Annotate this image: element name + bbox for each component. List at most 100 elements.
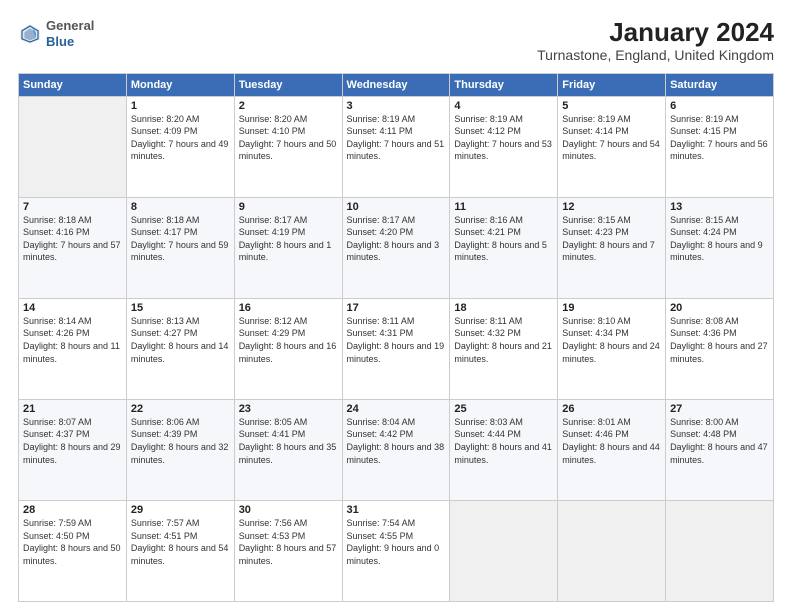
day-number: 10 (347, 201, 446, 213)
day-info: Sunrise: 8:13 AMSunset: 4:27 PMDaylight:… (131, 315, 230, 365)
logo: General Blue (18, 18, 94, 49)
calendar-cell: 9Sunrise: 8:17 AMSunset: 4:19 PMDaylight… (234, 197, 342, 298)
calendar-cell: 27Sunrise: 8:00 AMSunset: 4:48 PMDayligh… (666, 399, 774, 500)
day-info: Sunrise: 8:18 AMSunset: 4:17 PMDaylight:… (131, 214, 230, 264)
day-info: Sunrise: 8:19 AMSunset: 4:12 PMDaylight:… (454, 113, 553, 163)
calendar-title: January 2024 (537, 18, 774, 47)
calendar-cell: 10Sunrise: 8:17 AMSunset: 4:20 PMDayligh… (342, 197, 450, 298)
day-number: 5 (562, 100, 661, 112)
day-number: 21 (23, 403, 122, 415)
calendar-cell: 29Sunrise: 7:57 AMSunset: 4:51 PMDayligh… (126, 500, 234, 601)
calendar-cell: 24Sunrise: 8:04 AMSunset: 4:42 PMDayligh… (342, 399, 450, 500)
day-number: 28 (23, 504, 122, 516)
calendar-cell: 30Sunrise: 7:56 AMSunset: 4:53 PMDayligh… (234, 500, 342, 601)
calendar-week-row: 14Sunrise: 8:14 AMSunset: 4:26 PMDayligh… (19, 298, 774, 399)
day-number: 2 (239, 100, 338, 112)
calendar-cell: 22Sunrise: 8:06 AMSunset: 4:39 PMDayligh… (126, 399, 234, 500)
calendar-cell: 15Sunrise: 8:13 AMSunset: 4:27 PMDayligh… (126, 298, 234, 399)
calendar-table: SundayMondayTuesdayWednesdayThursdayFrid… (18, 73, 774, 602)
day-info: Sunrise: 7:56 AMSunset: 4:53 PMDaylight:… (239, 517, 338, 567)
weekday-header: Saturday (666, 73, 774, 96)
calendar-cell (666, 500, 774, 601)
calendar-header-row: SundayMondayTuesdayWednesdayThursdayFrid… (19, 73, 774, 96)
calendar-cell: 26Sunrise: 8:01 AMSunset: 4:46 PMDayligh… (558, 399, 666, 500)
day-info: Sunrise: 8:17 AMSunset: 4:19 PMDaylight:… (239, 214, 338, 264)
calendar-cell: 6Sunrise: 8:19 AMSunset: 4:15 PMDaylight… (666, 96, 774, 197)
calendar-week-row: 1Sunrise: 8:20 AMSunset: 4:09 PMDaylight… (19, 96, 774, 197)
day-info: Sunrise: 8:08 AMSunset: 4:36 PMDaylight:… (670, 315, 769, 365)
day-number: 6 (670, 100, 769, 112)
day-info: Sunrise: 8:11 AMSunset: 4:31 PMDaylight:… (347, 315, 446, 365)
calendar-cell: 13Sunrise: 8:15 AMSunset: 4:24 PMDayligh… (666, 197, 774, 298)
day-number: 31 (347, 504, 446, 516)
weekday-header: Wednesday (342, 73, 450, 96)
day-number: 3 (347, 100, 446, 112)
page: General Blue January 2024 Turnastone, En… (0, 0, 792, 612)
day-number: 26 (562, 403, 661, 415)
day-number: 7 (23, 201, 122, 213)
weekday-header: Sunday (19, 73, 127, 96)
day-number: 14 (23, 302, 122, 314)
day-info: Sunrise: 8:06 AMSunset: 4:39 PMDaylight:… (131, 416, 230, 466)
day-info: Sunrise: 7:59 AMSunset: 4:50 PMDaylight:… (23, 517, 122, 567)
day-info: Sunrise: 8:04 AMSunset: 4:42 PMDaylight:… (347, 416, 446, 466)
day-info: Sunrise: 8:01 AMSunset: 4:46 PMDaylight:… (562, 416, 661, 466)
calendar-week-row: 21Sunrise: 8:07 AMSunset: 4:37 PMDayligh… (19, 399, 774, 500)
calendar-cell: 28Sunrise: 7:59 AMSunset: 4:50 PMDayligh… (19, 500, 127, 601)
calendar-cell: 18Sunrise: 8:11 AMSunset: 4:32 PMDayligh… (450, 298, 558, 399)
day-number: 19 (562, 302, 661, 314)
day-number: 22 (131, 403, 230, 415)
calendar-cell: 17Sunrise: 8:11 AMSunset: 4:31 PMDayligh… (342, 298, 450, 399)
day-info: Sunrise: 8:15 AMSunset: 4:23 PMDaylight:… (562, 214, 661, 264)
day-info: Sunrise: 8:19 AMSunset: 4:14 PMDaylight:… (562, 113, 661, 163)
day-number: 11 (454, 201, 553, 213)
day-info: Sunrise: 8:19 AMSunset: 4:15 PMDaylight:… (670, 113, 769, 163)
calendar-cell: 31Sunrise: 7:54 AMSunset: 4:55 PMDayligh… (342, 500, 450, 601)
day-info: Sunrise: 8:07 AMSunset: 4:37 PMDaylight:… (23, 416, 122, 466)
day-info: Sunrise: 8:16 AMSunset: 4:21 PMDaylight:… (454, 214, 553, 264)
day-number: 16 (239, 302, 338, 314)
calendar-cell (450, 500, 558, 601)
day-number: 29 (131, 504, 230, 516)
day-number: 18 (454, 302, 553, 314)
calendar-cell: 20Sunrise: 8:08 AMSunset: 4:36 PMDayligh… (666, 298, 774, 399)
calendar-cell: 8Sunrise: 8:18 AMSunset: 4:17 PMDaylight… (126, 197, 234, 298)
calendar-cell (19, 96, 127, 197)
day-info: Sunrise: 8:15 AMSunset: 4:24 PMDaylight:… (670, 214, 769, 264)
day-number: 13 (670, 201, 769, 213)
calendar-cell: 3Sunrise: 8:19 AMSunset: 4:11 PMDaylight… (342, 96, 450, 197)
day-info: Sunrise: 8:12 AMSunset: 4:29 PMDaylight:… (239, 315, 338, 365)
calendar-cell: 16Sunrise: 8:12 AMSunset: 4:29 PMDayligh… (234, 298, 342, 399)
day-number: 15 (131, 302, 230, 314)
header: General Blue January 2024 Turnastone, En… (18, 18, 774, 63)
day-number: 27 (670, 403, 769, 415)
day-info: Sunrise: 8:20 AMSunset: 4:09 PMDaylight:… (131, 113, 230, 163)
weekday-header: Monday (126, 73, 234, 96)
calendar-cell: 14Sunrise: 8:14 AMSunset: 4:26 PMDayligh… (19, 298, 127, 399)
calendar-cell: 23Sunrise: 8:05 AMSunset: 4:41 PMDayligh… (234, 399, 342, 500)
day-number: 30 (239, 504, 338, 516)
day-info: Sunrise: 8:19 AMSunset: 4:11 PMDaylight:… (347, 113, 446, 163)
day-number: 17 (347, 302, 446, 314)
calendar-cell: 25Sunrise: 8:03 AMSunset: 4:44 PMDayligh… (450, 399, 558, 500)
day-info: Sunrise: 7:54 AMSunset: 4:55 PMDaylight:… (347, 517, 446, 567)
day-info: Sunrise: 8:18 AMSunset: 4:16 PMDaylight:… (23, 214, 122, 264)
day-number: 4 (454, 100, 553, 112)
logo-blue: Blue (46, 34, 94, 50)
day-info: Sunrise: 8:17 AMSunset: 4:20 PMDaylight:… (347, 214, 446, 264)
weekday-header: Tuesday (234, 73, 342, 96)
day-number: 1 (131, 100, 230, 112)
weekday-header: Friday (558, 73, 666, 96)
day-info: Sunrise: 8:14 AMSunset: 4:26 PMDaylight:… (23, 315, 122, 365)
calendar-subtitle: Turnastone, England, United Kingdom (537, 47, 774, 63)
weekday-header: Thursday (450, 73, 558, 96)
day-info: Sunrise: 8:05 AMSunset: 4:41 PMDaylight:… (239, 416, 338, 466)
day-number: 24 (347, 403, 446, 415)
logo-general: General (46, 18, 94, 34)
day-number: 8 (131, 201, 230, 213)
day-number: 9 (239, 201, 338, 213)
day-info: Sunrise: 8:20 AMSunset: 4:10 PMDaylight:… (239, 113, 338, 163)
day-info: Sunrise: 8:10 AMSunset: 4:34 PMDaylight:… (562, 315, 661, 365)
logo-icon (18, 22, 42, 46)
day-info: Sunrise: 8:00 AMSunset: 4:48 PMDaylight:… (670, 416, 769, 466)
